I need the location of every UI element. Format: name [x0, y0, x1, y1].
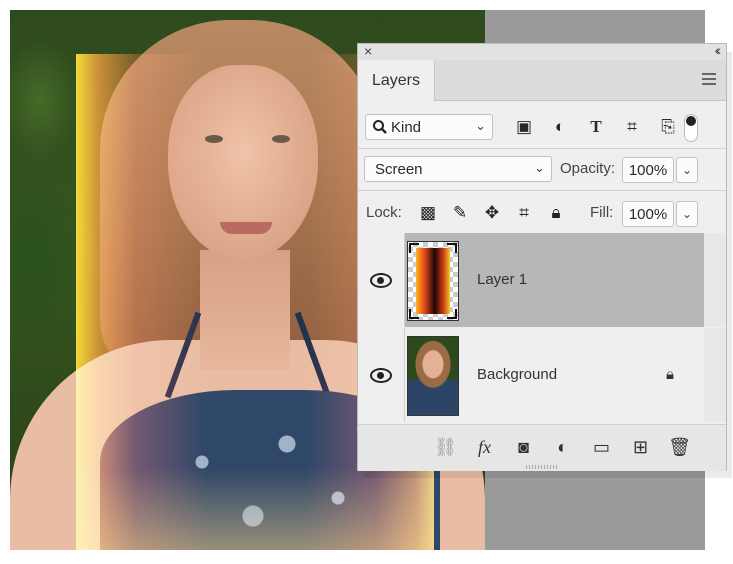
layer-thumbnail: [407, 241, 459, 321]
visibility-toggle[interactable]: [358, 233, 405, 327]
scroll-track[interactable]: [704, 233, 726, 327]
type-filter-icon[interactable]: T: [578, 116, 614, 140]
smart-object-filter-icon[interactable]: ⎘: [650, 116, 686, 140]
prevent-auto-nesting-icon[interactable]: ⌗: [508, 202, 540, 224]
tab-layers[interactable]: Layers: [358, 60, 435, 101]
opacity-dropdown-button[interactable]: ⌄: [676, 157, 698, 183]
fill-field[interactable]: 100%: [622, 201, 674, 227]
link-layers-icon[interactable]: ⛓: [426, 435, 465, 459]
delete-icon[interactable]: 🗑︎: [660, 435, 699, 459]
kind-label: Kind: [391, 118, 422, 136]
layer-name: Background: [477, 366, 558, 383]
lock-all-icon[interactable]: 🔒︎: [540, 202, 572, 224]
blend-mode-label: Screen: [375, 160, 423, 178]
layer-name: Layer 1: [477, 271, 528, 288]
new-layer-icon[interactable]: ⊞: [621, 435, 660, 459]
blend-row: Screen ⌄ Opacity: 100% ⌄: [358, 152, 726, 188]
blend-mode-select[interactable]: Screen ⌄: [364, 156, 552, 182]
add-mask-icon[interactable]: ◙: [504, 435, 543, 459]
shape-filter-icon[interactable]: ⌗: [614, 116, 650, 140]
gradient-thumbnail: [416, 248, 450, 314]
filter-toggle[interactable]: [684, 114, 698, 142]
layer-row-layer-1[interactable]: Layer 1: [358, 233, 726, 327]
eye-icon: [370, 272, 392, 288]
lock-image-pixels-icon[interactable]: ✎: [444, 202, 476, 224]
lock-icon: 🔒︎: [666, 366, 674, 383]
kind-filter-select[interactable]: Kind ⌄: [365, 114, 493, 140]
fill-label: Fill:: [590, 204, 614, 221]
filter-row: Kind ⌄ ▣ ◐ T ⌗ ⎘: [358, 110, 726, 144]
adjustment-layer-icon[interactable]: ◐: [543, 435, 582, 459]
lock-label: Lock:: [366, 204, 402, 221]
opacity-field[interactable]: 100%: [622, 157, 674, 183]
panel-title-bar: × ‹‹: [358, 42, 726, 60]
adjustment-filter-icon[interactable]: ◐: [542, 116, 578, 140]
eye-icon: [370, 367, 392, 383]
panel-bottom-toolbar: ⛓ fx ◙ ◐ ▭ ⊞ 🗑︎: [358, 424, 726, 471]
lock-transparent-pixels-icon[interactable]: ▩: [412, 202, 444, 224]
resize-grip[interactable]: [526, 465, 558, 469]
image-filter-icon[interactable]: ▣: [506, 116, 542, 140]
layers-list: Layer 1 Background 🔒︎: [358, 233, 726, 423]
collapse-icon[interactable]: ‹‹: [715, 42, 722, 58]
layer-content[interactable]: Layer 1: [405, 233, 704, 327]
chevron-down-icon: ⌄: [475, 118, 486, 133]
lock-row: Lock: ▩ ✎ ✥ ⌗ 🔒︎ Fill: 100% ⌄: [358, 196, 726, 232]
layer-row-background[interactable]: Background 🔒︎: [358, 328, 726, 422]
panel-tab-row: Layers: [358, 60, 726, 101]
new-group-icon[interactable]: ▭: [582, 435, 621, 459]
visibility-toggle[interactable]: [358, 328, 405, 422]
lock-position-icon[interactable]: ✥: [476, 202, 508, 224]
chevron-down-icon: ⌄: [534, 160, 545, 175]
close-icon[interactable]: ×: [364, 43, 372, 59]
scroll-track[interactable]: [704, 328, 726, 422]
fill-dropdown-button[interactable]: ⌄: [676, 201, 698, 227]
layer-content[interactable]: Background 🔒︎: [405, 328, 704, 422]
layer-thumbnail: [407, 336, 459, 416]
layers-panel: × ‹‹ Layers Kind ⌄ ▣ ◐ T ⌗ ⎘ Screen ⌄ Op…: [357, 42, 727, 471]
search-icon: [373, 120, 387, 134]
panel-menu-icon[interactable]: [702, 73, 716, 85]
opacity-label: Opacity:: [560, 160, 616, 177]
fx-icon[interactable]: fx: [465, 435, 504, 459]
